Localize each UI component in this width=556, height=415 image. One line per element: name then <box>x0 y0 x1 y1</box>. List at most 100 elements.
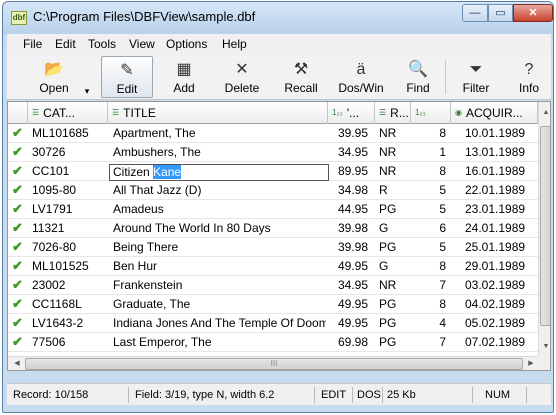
cell-price[interactable]: 34.95 <box>328 143 370 162</box>
cell-date[interactable]: 22.01.1989 <box>453 181 527 200</box>
cell-title[interactable]: Ben Hur <box>110 257 326 276</box>
cell-date[interactable]: 25.01.1989 <box>453 238 527 257</box>
vertical-scrollbar[interactable]: ▲ ▼ <box>538 102 550 356</box>
cell-rating[interactable]: G <box>377 219 409 238</box>
cell-number[interactable]: 7 <box>413 276 448 295</box>
cell-date[interactable]: 13.01.1989 <box>453 143 527 162</box>
scroll-up-arrow[interactable]: ▲ <box>539 106 550 120</box>
cell-title[interactable]: Apartment, The <box>110 124 326 143</box>
cell-number[interactable]: 8 <box>413 257 448 276</box>
cell-cat[interactable]: LV1791 <box>30 200 106 219</box>
cell-price[interactable]: 49.95 <box>328 257 370 276</box>
cell-price[interactable]: 39.98 <box>328 219 370 238</box>
table-row[interactable]: ✔ LV1791 Amadeus 44.95 PG 5 23.01.1989 <box>8 200 538 219</box>
cell-date[interactable]: 10.01.1989 <box>453 124 527 143</box>
info-button[interactable]: ? Info <box>509 56 549 98</box>
cell-cat[interactable]: 1095-80 <box>30 181 106 200</box>
cell-price[interactable]: 44.95 <box>328 200 370 219</box>
cell-number[interactable]: 8 <box>413 124 448 143</box>
open-dropdown-button[interactable]: ▾ <box>81 56 93 98</box>
cell-rating[interactable]: PG <box>377 238 409 257</box>
cell-date[interactable]: 07.02.1989 <box>453 333 527 352</box>
cell-title[interactable]: Amadeus <box>110 200 326 219</box>
scroll-down-arrow[interactable]: ▼ <box>539 340 550 354</box>
cell-title[interactable]: Last Emperor, The <box>110 333 326 352</box>
cell-title[interactable]: Around The World In 80 Days <box>110 219 326 238</box>
cell-rating[interactable]: PG <box>377 333 409 352</box>
data-grid[interactable]: ☰ CAT... ☰ TITLE 1₂₃ '... ☰ R... 1₂₃ ◉ ACQUIR… <box>7 101 551 371</box>
cell-date[interactable]: 23.01.1989 <box>453 200 527 219</box>
cell-cat[interactable]: 7026-80 <box>30 238 106 257</box>
close-button[interactable]: ✕ <box>513 4 553 22</box>
menu-tools[interactable]: Tools <box>88 37 116 51</box>
cell-date[interactable]: 29.01.1989 <box>453 257 527 276</box>
table-row[interactable]: ✔ 11321 Around The World In 80 Days 39.98 G 6… <box>8 219 538 238</box>
open-button[interactable]: 📂 Open <box>29 56 79 98</box>
cell-cat[interactable]: ML101685 <box>30 124 106 143</box>
cell-rating[interactable]: NR <box>377 143 409 162</box>
table-row[interactable]: ✔ ML101685 Apartment, The 39.95 NR 8 10.01.198… <box>8 124 538 143</box>
cell-number[interactable]: 6 <box>413 219 448 238</box>
table-row[interactable]: ✔ 23002 Frankenstein 34.95 NR 7 03.02.1989 <box>8 276 538 295</box>
cell-number[interactable]: 5 <box>413 200 448 219</box>
cell-number[interactable]: 8 <box>413 295 448 314</box>
minimize-button[interactable]: — <box>462 4 488 22</box>
horizontal-scrollbar[interactable]: ◀ III ▶ <box>8 356 538 370</box>
add-button[interactable]: ▦ Add <box>158 56 210 98</box>
menu-help[interactable]: Help <box>222 37 247 51</box>
cell-date[interactable]: 04.02.1989 <box>453 295 527 314</box>
cell-price[interactable]: 49.95 <box>328 295 370 314</box>
scroll-left-arrow[interactable]: ◀ <box>10 357 24 370</box>
cell-price[interactable]: 34.95 <box>328 276 370 295</box>
table-row[interactable]: ✔ 7026-80 Being There 39.98 PG 5 25.01.1989 <box>8 238 538 257</box>
cell-price[interactable]: 39.95 <box>328 124 370 143</box>
cell-number[interactable]: 7 <box>413 333 448 352</box>
horizontal-scroll-thumb[interactable]: III <box>25 358 523 370</box>
delete-button[interactable]: ✕ Delete <box>214 56 270 98</box>
cell-date[interactable]: 24.01.1989 <box>453 219 527 238</box>
column-header-cat[interactable]: ☰ CAT... <box>28 102 108 124</box>
cell-title[interactable]: Ambushers, The <box>110 143 326 162</box>
cell-price[interactable]: 39.98 <box>328 238 370 257</box>
vertical-scroll-thumb[interactable] <box>540 126 550 326</box>
cell-number[interactable]: 5 <box>413 181 448 200</box>
cell-cat[interactable]: 11321 <box>30 219 106 238</box>
table-row[interactable]: ✔ CC1168L Graduate, The 49.95 PG 8 04.02.1989 <box>8 295 538 314</box>
cell-rating[interactable]: PG <box>377 314 409 333</box>
cell-price[interactable]: 69.98 <box>328 333 370 352</box>
title-bar[interactable]: dbf C:\Program Files\DBFView\sample.dbf … <box>3 2 553 34</box>
recall-button[interactable]: ⚒ Recall <box>273 56 329 98</box>
cell-rating[interactable]: G <box>377 257 409 276</box>
cell-rating[interactable]: PG <box>377 200 409 219</box>
cell-number[interactable]: 8 <box>413 162 448 181</box>
menu-view[interactable]: View <box>129 37 155 51</box>
cell-number[interactable]: 5 <box>413 238 448 257</box>
maximize-button[interactable]: ▭ <box>488 4 513 22</box>
cell-cat[interactable]: CC101 <box>30 162 106 181</box>
cell-date[interactable]: 16.01.1989 <box>453 162 527 181</box>
cell-cat[interactable]: 23002 <box>30 276 106 295</box>
cell-date[interactable]: 03.02.1989 <box>453 276 527 295</box>
menu-file[interactable]: File <box>23 37 42 51</box>
column-header-price[interactable]: 1₂₃ '... <box>328 102 375 124</box>
column-header-title[interactable]: ☰ TITLE <box>108 102 328 124</box>
cell-rating[interactable]: NR <box>377 276 409 295</box>
cell-cat[interactable]: CC1168L <box>30 295 106 314</box>
table-row[interactable]: ✔ 1095-80 All That Jazz (D) 34.98 R 5 22.01.19… <box>8 181 538 200</box>
filter-button[interactable]: ⏷ Filter <box>448 56 504 98</box>
cell-number[interactable]: 1 <box>413 143 448 162</box>
table-row[interactable]: ✔ 77506 Last Emperor, The 69.98 PG 7 07.02.198… <box>8 333 538 352</box>
cell-rating[interactable]: R <box>377 181 409 200</box>
cell-title[interactable]: Frankenstein <box>110 276 326 295</box>
cell-cat[interactable]: 77506 <box>30 333 106 352</box>
cell-title[interactable]: Being There <box>110 238 326 257</box>
cell-title[interactable]: All That Jazz (D) <box>110 181 326 200</box>
column-header-acquired[interactable]: ◉ ACQUIR... <box>451 102 538 124</box>
table-row[interactable]: ✔ LV1643-2 Indiana Jones And The Temple Of… <box>8 314 538 333</box>
table-row[interactable]: ✔ ML101525 Ben Hur 49.95 G 8 29.01.1989 <box>8 257 538 276</box>
cell-title[interactable]: Indiana Jones And The Temple Of Doom <box>110 314 326 333</box>
scroll-right-arrow[interactable]: ▶ <box>524 357 538 370</box>
cell-rating[interactable]: PG <box>377 295 409 314</box>
cell-rating[interactable]: NR <box>377 162 409 181</box>
cell-cat[interactable]: LV1643-2 <box>30 314 106 333</box>
